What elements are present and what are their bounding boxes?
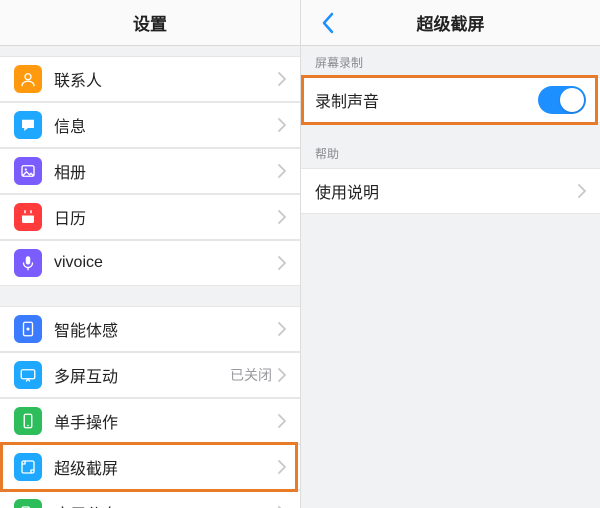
message-icon <box>14 111 42 139</box>
screenshot-content: 屏幕录制 录制声音 帮助 使用说明 <box>301 46 600 508</box>
chevron-right-icon <box>278 322 286 336</box>
back-button[interactable] <box>309 0 345 46</box>
chevron-right-icon <box>578 184 586 198</box>
titlebar-left: 设置 <box>0 0 300 46</box>
row-label: 信息 <box>54 113 278 137</box>
row-label: 相册 <box>54 159 278 183</box>
mic-icon <box>14 249 42 277</box>
onehand-icon <box>14 407 42 435</box>
row-label: 智能体感 <box>54 317 278 341</box>
row-smart-sense[interactable]: 智能体感 <box>0 306 300 352</box>
row-label: 使用说明 <box>315 179 578 203</box>
row-calendar[interactable]: 日历 <box>0 194 300 240</box>
row-messages[interactable]: 信息 <box>0 102 300 148</box>
chevron-right-icon <box>278 368 286 382</box>
row-label: 日历 <box>54 205 278 229</box>
row-label: 录制声音 <box>315 88 538 112</box>
row-multi-screen[interactable]: 多屏互动已关闭 <box>0 352 300 398</box>
chevron-right-icon <box>278 414 286 428</box>
row-contacts[interactable]: 联系人 <box>0 56 300 102</box>
super-screenshot-pane: 超级截屏 屏幕录制 录制声音 帮助 使用说明 <box>300 0 600 508</box>
row-label: 应用分身 <box>54 501 278 508</box>
contacts-icon <box>14 65 42 93</box>
row-value: 已关闭 <box>230 365 272 385</box>
row-vivoice[interactable]: vivoice <box>0 240 300 286</box>
row-label: vivoice <box>54 254 278 272</box>
cast-icon <box>14 361 42 389</box>
page-title: 设置 <box>133 10 167 35</box>
record-audio-toggle[interactable] <box>538 86 586 114</box>
chevron-right-icon <box>278 256 286 270</box>
row-record-audio[interactable]: 录制声音 <box>301 77 600 123</box>
settings-pane: 设置 联系人信息相册日历 vivoice 智能体感多屏互动已关闭单手操作超级截屏应… <box>0 0 300 508</box>
chevron-left-icon <box>321 12 334 34</box>
screenshot-icon <box>14 453 42 481</box>
clone-icon <box>14 499 42 508</box>
chevron-right-icon <box>278 210 286 224</box>
row-label: 多屏互动 <box>54 363 230 387</box>
group-header-recording: 屏幕录制 <box>301 46 600 77</box>
titlebar-right: 超级截屏 <box>301 0 600 46</box>
smart-icon <box>14 315 42 343</box>
chevron-right-icon <box>278 460 286 474</box>
group-header-help: 帮助 <box>301 137 600 168</box>
row-label: 联系人 <box>54 67 278 91</box>
settings-content: 联系人信息相册日历 vivoice 智能体感多屏互动已关闭单手操作超级截屏应用分身… <box>0 46 300 508</box>
row-label: 单手操作 <box>54 409 278 433</box>
row-label: 超级截屏 <box>54 455 278 479</box>
row-super-screenshot[interactable]: 超级截屏 <box>0 444 300 490</box>
row-app-clone[interactable]: 应用分身 <box>0 490 300 508</box>
row-photos[interactable]: 相册 <box>0 148 300 194</box>
page-title: 超级截屏 <box>417 10 485 35</box>
chevron-right-icon <box>278 72 286 86</box>
row-instructions[interactable]: 使用说明 <box>301 168 600 214</box>
row-one-hand[interactable]: 单手操作 <box>0 398 300 444</box>
album-icon <box>14 157 42 185</box>
chevron-right-icon <box>278 164 286 178</box>
chevron-right-icon <box>278 118 286 132</box>
calendar-icon <box>14 203 42 231</box>
